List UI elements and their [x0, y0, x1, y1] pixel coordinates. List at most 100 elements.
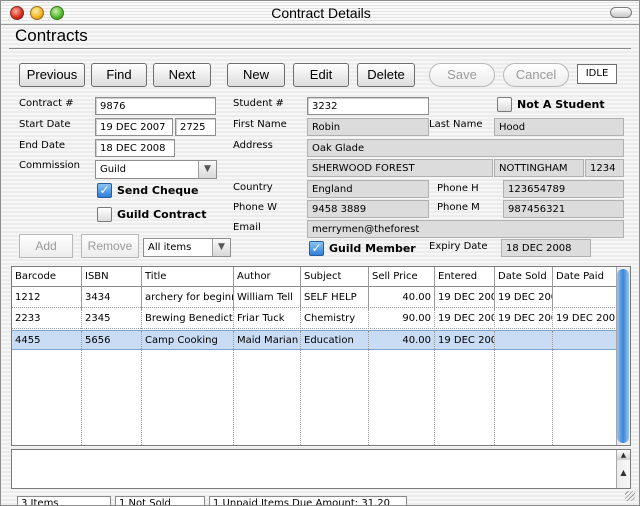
- cell-date-paid: [553, 288, 617, 308]
- cell-title: Camp Cooking: [142, 331, 234, 351]
- delete-button[interactable]: Delete: [357, 63, 415, 87]
- postcode-field[interactable]: 1234: [585, 159, 624, 177]
- guild-contract-checkbox[interactable]: [97, 207, 112, 222]
- not-a-student-checkbox[interactable]: [497, 97, 512, 112]
- student-number-label: Student #: [233, 98, 284, 109]
- column-header-author[interactable]: Author: [234, 267, 301, 287]
- send-cheque-label: Send Cheque: [117, 184, 199, 197]
- title-bar[interactable]: Contract Details: [1, 1, 639, 25]
- address-label: Address: [233, 140, 273, 151]
- scroll-down-arrow-icon[interactable]: ▲: [617, 468, 630, 478]
- new-button[interactable]: New: [227, 63, 285, 87]
- mode-status-indicator: IDLE: [577, 64, 617, 84]
- add-item-button[interactable]: Add: [19, 234, 73, 258]
- student-number-field[interactable]: 3232: [307, 97, 429, 115]
- guild-member-checkbox[interactable]: ✓: [309, 241, 324, 256]
- cell-date-paid: [553, 331, 617, 351]
- status-items-count: 3 Items: [17, 496, 111, 505]
- status-unpaid: 1 Unpaid Items Due Amount: 31.20: [209, 496, 407, 505]
- phone-w-field[interactable]: 9458 3889: [307, 200, 429, 218]
- phone-h-field[interactable]: 123654789: [503, 180, 624, 198]
- cell-date-sold: 19 DEC 200: [495, 288, 553, 308]
- send-cheque-checkbox[interactable]: ✓: [97, 183, 112, 198]
- notes-scrollbar[interactable]: ▲ ▲: [616, 450, 630, 488]
- address-line2-field[interactable]: SHERWOOD FOREST: [307, 159, 493, 177]
- cell-entered: 19 DEC 200: [435, 331, 495, 351]
- start-days-field[interactable]: 2725: [175, 118, 216, 136]
- cell-subject: Chemistry: [301, 309, 369, 329]
- table-row[interactable]: 2233 2345 Brewing Benedictin Friar Tuck …: [12, 309, 617, 329]
- last-name-field[interactable]: Hood: [494, 118, 624, 136]
- column-header-title[interactable]: Title: [142, 267, 234, 287]
- edit-button[interactable]: Edit: [293, 63, 349, 87]
- expiry-date-label: Expiry Date: [429, 241, 488, 252]
- window-title: Contract Details: [271, 5, 371, 21]
- previous-button[interactable]: Previous: [19, 63, 85, 87]
- start-date-field[interactable]: 19 DEC 2007: [95, 118, 173, 136]
- cell-barcode: 4455: [12, 331, 82, 351]
- address-line1-field[interactable]: Oak Glade: [307, 139, 624, 157]
- save-button[interactable]: Save: [429, 63, 495, 87]
- cell-subject: Education: [301, 331, 369, 351]
- email-label: Email: [233, 222, 261, 233]
- column-header-entered[interactable]: Entered: [435, 267, 495, 287]
- first-name-field[interactable]: Robin: [307, 118, 429, 136]
- table-row[interactable]: 1212 3434 archery for beginne William Te…: [12, 288, 617, 308]
- end-date-label: End Date: [19, 140, 66, 151]
- cell-sell-price: 40.00: [369, 331, 435, 351]
- guild-contract-label: Guild Contract: [117, 208, 207, 221]
- cell-author: Friar Tuck: [234, 309, 301, 329]
- cell-sell-price: 40.00: [369, 288, 435, 308]
- next-button[interactable]: Next: [153, 63, 211, 87]
- commission-select[interactable]: Guild ▼: [95, 160, 217, 179]
- phone-m-field[interactable]: 987456321: [503, 200, 624, 218]
- end-date-field[interactable]: 18 DEC 2008: [95, 139, 175, 157]
- cell-entered: 19 DEC 200: [435, 288, 495, 308]
- cell-sell-price: 90.00: [369, 309, 435, 329]
- column-header-barcode[interactable]: Barcode: [12, 267, 82, 287]
- items-table[interactable]: Barcode ISBN Title Author Subject Sell P…: [11, 266, 631, 446]
- phone-m-label: Phone M: [437, 202, 480, 213]
- table-scrollbar[interactable]: [616, 267, 630, 445]
- chevron-down-icon: ▼: [212, 239, 230, 256]
- cell-title: Brewing Benedictin: [142, 309, 234, 329]
- column-header-isbn[interactable]: ISBN: [82, 267, 142, 287]
- contract-number-label: Contract #: [19, 98, 74, 109]
- cell-author: William Tell: [234, 288, 301, 308]
- country-field[interactable]: England: [307, 180, 429, 198]
- column-header-date-paid[interactable]: Date Paid: [553, 267, 617, 287]
- toolbar-toggle-icon[interactable]: [610, 7, 632, 18]
- cell-date-paid: 19 DEC 200: [553, 309, 617, 329]
- item-filter-select[interactable]: All items ▼: [143, 238, 231, 257]
- cell-title: archery for beginne: [142, 288, 234, 308]
- contract-number-field[interactable]: 9876: [95, 97, 216, 115]
- cell-date-sold: 19 DEC 200: [495, 309, 553, 329]
- cell-barcode: 1212: [12, 288, 82, 308]
- table-header: Barcode ISBN Title Author Subject Sell P…: [12, 267, 630, 287]
- phone-w-label: Phone W: [233, 202, 278, 213]
- email-field[interactable]: merrymen@theforest: [307, 220, 624, 238]
- guild-member-label: Guild Member: [329, 242, 416, 255]
- resize-grip-icon[interactable]: [625, 491, 635, 501]
- column-header-sell-price[interactable]: Sell Price: [369, 267, 435, 287]
- city-field[interactable]: NOTTINGHAM: [494, 159, 584, 177]
- column-header-date-sold[interactable]: Date Sold: [495, 267, 553, 287]
- cell-isbn: 3434: [82, 288, 142, 308]
- column-header-subject[interactable]: Subject: [301, 267, 369, 287]
- cell-author: Maid Marian: [234, 331, 301, 351]
- notes-textarea[interactable]: ▲ ▲: [11, 449, 631, 489]
- scroll-up-arrow-icon[interactable]: ▲: [617, 450, 630, 460]
- cell-date-sold: [495, 331, 553, 351]
- expiry-date-field[interactable]: 18 DEC 2008: [501, 239, 591, 257]
- remove-item-button[interactable]: Remove: [81, 234, 139, 258]
- country-label: Country: [233, 182, 273, 193]
- cancel-button[interactable]: Cancel: [503, 63, 569, 87]
- cell-entered: 19 DEC 200: [435, 309, 495, 329]
- not-a-student-label: Not A Student: [517, 98, 605, 111]
- table-row-selected[interactable]: 4455 5656 Camp Cooking Maid Marian Educa…: [12, 330, 617, 351]
- find-button[interactable]: Find: [91, 63, 147, 87]
- table-scrollbar-thumb[interactable]: [617, 269, 629, 443]
- cell-isbn: 2345: [82, 309, 142, 329]
- commission-select-value: Guild: [100, 164, 126, 175]
- last-name-label: Last Name: [429, 119, 483, 130]
